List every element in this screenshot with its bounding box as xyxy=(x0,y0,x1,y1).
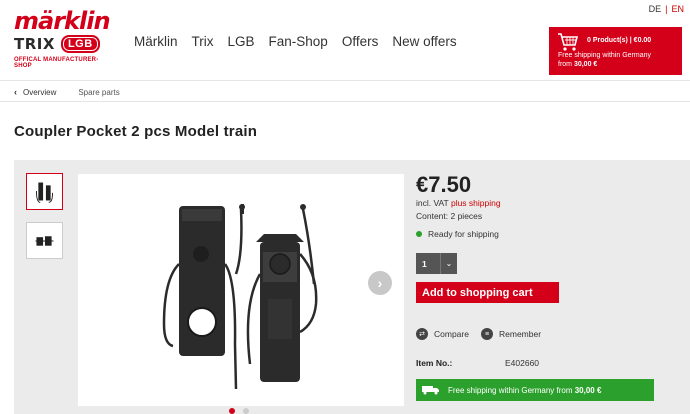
bookmark-icon: ≡ xyxy=(481,328,493,340)
lang-separator: | xyxy=(665,4,668,14)
chevron-left-icon[interactable]: ‹ xyxy=(14,87,17,97)
cart-shipping-text: Free shipping within Germany xyxy=(558,52,651,59)
breadcrumb-overview[interactable]: Overview xyxy=(23,88,56,97)
nav-item-offers[interactable]: Offers xyxy=(342,34,379,49)
language-switch: DE | EN xyxy=(649,4,684,14)
cart-widget[interactable]: 0 Product(s) | €0.00 Free shipping withi… xyxy=(549,27,682,75)
free-shipping-banner: Free shipping within Germany from 30,00 … xyxy=(416,379,654,401)
product-content: Content: 2 pieces xyxy=(416,211,483,221)
free-shipping-amount: 30,00 € xyxy=(574,385,602,395)
vat-text: incl. VAT xyxy=(416,198,449,208)
main-navigation: Märklin Trix LGB Fan-Shop Offers New off… xyxy=(134,34,471,49)
gallery-dot-active[interactable] xyxy=(229,408,235,414)
availability-text: Ready for shipping xyxy=(428,229,499,239)
breadcrumb-spare-parts[interactable]: Spare parts xyxy=(78,88,119,97)
breadcrumb-divider xyxy=(0,101,690,102)
cart-shipping-from: from xyxy=(558,61,572,68)
trix-logo-text: TRIX xyxy=(14,35,55,53)
shop-logo[interactable]: märklin TRIX LGB OFFICAL MANUFACTURER-SH… xyxy=(14,8,114,72)
cart-shipping-note: Free shipping within Germany from 30,00 … xyxy=(558,51,651,69)
truck-icon xyxy=(422,386,439,395)
shipping-link[interactable]: plus shipping xyxy=(451,198,501,208)
item-number-value: E402660 xyxy=(505,358,540,368)
gallery-dots xyxy=(229,408,249,414)
logo-tagline: OFFICAL MANUFACTURER-SHOP xyxy=(14,57,99,69)
item-number-label: Item No.: xyxy=(416,358,453,368)
chevron-down-icon[interactable]: ⌄ xyxy=(440,253,457,274)
quantity-select[interactable]: 1 ⌄ xyxy=(416,253,457,274)
thumbnail-1[interactable] xyxy=(26,173,63,210)
nav-item-marklin[interactable]: Märklin xyxy=(134,34,178,49)
remember-label: Remember xyxy=(499,329,542,339)
cart-summary: 0 Product(s) | €0.00 xyxy=(587,37,652,44)
thumbnail-2[interactable] xyxy=(26,222,63,259)
product-main-image[interactable] xyxy=(78,174,404,406)
free-shipping-text: Free shipping within Germany from xyxy=(448,385,573,395)
product-thumbnail-image xyxy=(35,236,54,246)
product-thumbnail-image xyxy=(35,182,54,203)
lang-de-link[interactable]: DE xyxy=(649,4,662,14)
compare-label: Compare xyxy=(434,329,469,339)
shopping-cart-icon xyxy=(558,33,579,51)
lgb-logo-badge: LGB xyxy=(60,35,100,53)
coupler-pocket-image xyxy=(162,204,318,390)
vat-note: incl. VAT plus shipping xyxy=(416,198,501,208)
gallery-dot[interactable] xyxy=(243,408,249,414)
nav-item-trix[interactable]: Trix xyxy=(192,34,214,49)
availability-dot-icon xyxy=(416,231,422,237)
nav-item-fan-shop[interactable]: Fan-Shop xyxy=(269,34,328,49)
quantity-value: 1 xyxy=(422,258,427,269)
marklin-logo-text: märklin xyxy=(14,7,111,35)
nav-item-new-offers[interactable]: New offers xyxy=(392,34,456,49)
compare-icon: ⇄ xyxy=(416,328,428,340)
nav-item-lgb[interactable]: LGB xyxy=(228,34,255,49)
chevron-right-icon[interactable]: › xyxy=(368,271,392,295)
remember-button[interactable]: ≡ Remember xyxy=(481,328,541,340)
lang-en-link[interactable]: EN xyxy=(671,4,684,14)
page-title: Coupler Pocket 2 pcs Model train xyxy=(14,123,258,140)
compare-button[interactable]: ⇄ Compare xyxy=(416,328,469,340)
header-divider xyxy=(0,80,690,81)
add-to-cart-button[interactable]: Add to shopping cart xyxy=(416,282,559,303)
cart-shipping-amount: 30,00 € xyxy=(573,61,598,68)
product-price: €7.50 xyxy=(416,172,472,197)
breadcrumb: ‹ Overview Spare parts xyxy=(14,87,120,97)
availability-status: Ready for shipping xyxy=(416,229,499,239)
